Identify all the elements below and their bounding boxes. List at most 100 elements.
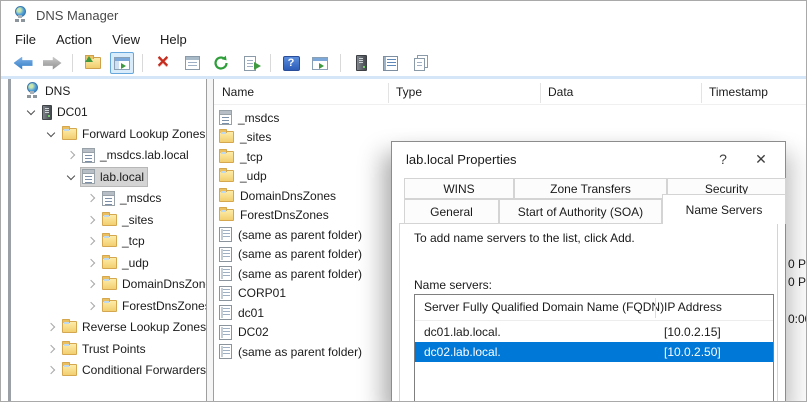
tree-item-domaindnszones[interactable]: DomainDnsZones <box>11 274 206 296</box>
list-header: Name Type Data Timestamp <box>214 81 806 105</box>
list-item-label: _tcp <box>240 150 263 164</box>
column-header-data[interactable]: Data <box>548 85 573 99</box>
tree-item-core[interactable]: DomainDnsZones <box>101 275 206 293</box>
expander-closed-icon[interactable] <box>63 147 81 163</box>
column-header-timestamp[interactable]: Timestamp <box>709 85 768 99</box>
tab-start-of-authority[interactable]: Start of Authority (SOA) <box>499 199 662 224</box>
column-separator[interactable] <box>540 83 541 103</box>
menu-view[interactable]: View <box>102 30 150 49</box>
folder-icon <box>219 151 234 163</box>
tree-item-sites[interactable]: _sites <box>11 209 206 231</box>
refresh-icon[interactable] <box>209 52 233 74</box>
dialog-close-icon[interactable]: ✕ <box>746 148 776 170</box>
column-separator[interactable] <box>701 83 702 103</box>
tree-item-conditional-forwarders[interactable]: Conditional Forwarders <box>11 360 206 382</box>
tree-item-core[interactable]: Reverse Lookup Zones <box>61 318 206 336</box>
list-item-label: (same as parent folder) <box>238 345 362 359</box>
tree-item-core[interactable]: Conditional Forwarders <box>61 361 206 379</box>
dialog-title: lab.local Properties <box>406 152 517 167</box>
column-separator[interactable] <box>388 83 389 103</box>
expander-open-icon[interactable] <box>23 104 41 120</box>
column-header-type[interactable]: Type <box>396 85 422 99</box>
listbox-column-separator[interactable] <box>655 298 656 318</box>
tree-selection[interactable]: lab.local <box>81 168 147 186</box>
zone-icon <box>82 169 95 184</box>
expander-closed-icon[interactable] <box>43 362 61 378</box>
column-header-name[interactable]: Name <box>222 85 254 99</box>
tree-item-dc01[interactable]: DC01 <box>11 102 206 124</box>
up-one-level-icon[interactable] <box>81 52 105 74</box>
back-icon[interactable] <box>11 52 35 74</box>
dialog-help-button[interactable]: ? <box>708 148 738 170</box>
expander-closed-icon[interactable] <box>83 255 101 271</box>
folder-icon <box>62 321 77 333</box>
tab-zone-transfers[interactable]: Zone Transfers <box>514 178 667 199</box>
dns-app-icon <box>12 7 28 23</box>
expander-open-icon[interactable] <box>43 126 61 142</box>
tree-item-lab-local[interactable]: lab.local <box>11 166 206 188</box>
console-window-icon[interactable] <box>308 52 332 74</box>
help-icon[interactable]: ? <box>279 52 303 74</box>
tree-item-tcp[interactable]: _tcp <box>11 231 206 253</box>
expander-closed-icon[interactable] <box>83 298 101 314</box>
tree-item-core[interactable]: DNS <box>23 82 73 100</box>
forward-icon[interactable] <box>40 52 64 74</box>
record-list-icon[interactable] <box>378 52 402 74</box>
show-console-tree-icon[interactable] <box>110 52 134 74</box>
pane-divider[interactable] <box>206 79 214 401</box>
tree-item-label: lab.local <box>100 170 144 184</box>
tab-name-servers[interactable]: Name Servers <box>662 194 786 224</box>
menu-file[interactable]: File <box>5 30 46 49</box>
expander-closed-icon[interactable] <box>83 190 101 206</box>
timestamp-fragment: 0:00 <box>788 312 807 326</box>
expander-open-icon[interactable] <box>63 169 81 185</box>
tree-item-core[interactable]: _tcp <box>101 232 148 250</box>
menu-action[interactable]: Action <box>46 30 102 49</box>
tree-item-msdcs-lab-local[interactable]: _msdcs.lab.local <box>11 145 206 167</box>
tree-item-core[interactable]: Trust Points <box>61 340 149 358</box>
tree-item-core[interactable]: _udp <box>101 254 152 272</box>
expander-closed-icon[interactable] <box>83 276 101 292</box>
expander-closed-icon[interactable] <box>43 319 61 335</box>
tree-item-forestdnszones[interactable]: ForestDnsZones <box>11 295 206 317</box>
tree-item-core[interactable]: _sites <box>101 211 156 229</box>
list-item-label: (same as parent folder) <box>238 267 362 281</box>
tree-item-forward-lookup-zones[interactable]: Forward Lookup Zones <box>11 123 206 145</box>
folder-icon <box>102 235 117 247</box>
record-icon <box>219 227 232 242</box>
toolbar-separator <box>340 54 341 72</box>
menu-help[interactable]: Help <box>150 30 197 49</box>
delete-icon[interactable]: ✕ <box>151 52 175 74</box>
listbox-column-fqdn[interactable]: Server Fully Qualified Domain Name (FQDN… <box>424 300 664 314</box>
tree-item-core[interactable]: ForestDnsZones <box>101 297 206 315</box>
tree-item-core[interactable]: Forward Lookup Zones <box>61 125 206 143</box>
name-servers-label: Name servers: <box>414 278 492 292</box>
name-server-row-dc01-lab-local[interactable]: dc01.lab.local.[10.0.2.15] <box>415 322 773 342</box>
tab-wins[interactable]: WINS <box>404 178 514 199</box>
tree-item-dns[interactable]: DNS <box>11 80 206 102</box>
list-row-msdcs[interactable]: _msdcs <box>214 108 806 128</box>
record-icon <box>219 305 232 320</box>
tab-general[interactable]: General <box>404 199 499 224</box>
folder-icon <box>102 214 117 226</box>
properties-icon[interactable] <box>180 52 204 74</box>
export-list-icon[interactable] <box>238 52 262 74</box>
tree-item-core[interactable]: _msdcs.lab.local <box>81 146 192 164</box>
tree-item-msdcs[interactable]: _msdcs <box>11 188 206 210</box>
record-icon <box>219 286 232 301</box>
expander-closed-icon[interactable] <box>83 233 101 249</box>
expander-closed-icon[interactable] <box>83 212 101 228</box>
tree-item-udp[interactable]: _udp <box>11 252 206 274</box>
title-bar: DNS Manager <box>1 1 806 29</box>
expander-closed-icon[interactable] <box>43 341 61 357</box>
list-item-label: _sites <box>240 130 271 144</box>
tree-item-trust-points[interactable]: Trust Points <box>11 338 206 360</box>
tree-item-reverse-lookup-zones[interactable]: Reverse Lookup Zones <box>11 317 206 339</box>
tree-item-core[interactable]: _msdcs <box>101 189 164 207</box>
tree-item-label: Trust Points <box>82 342 146 356</box>
tree-item-core[interactable]: DC01 <box>41 103 91 121</box>
name-server-row-dc02-lab-local[interactable]: dc02.lab.local.[10.0.2.50] <box>415 342 773 362</box>
listbox-column-ip[interactable]: IP Address <box>664 300 722 314</box>
server-icon[interactable] <box>349 52 373 74</box>
copy-icon[interactable] <box>407 52 431 74</box>
